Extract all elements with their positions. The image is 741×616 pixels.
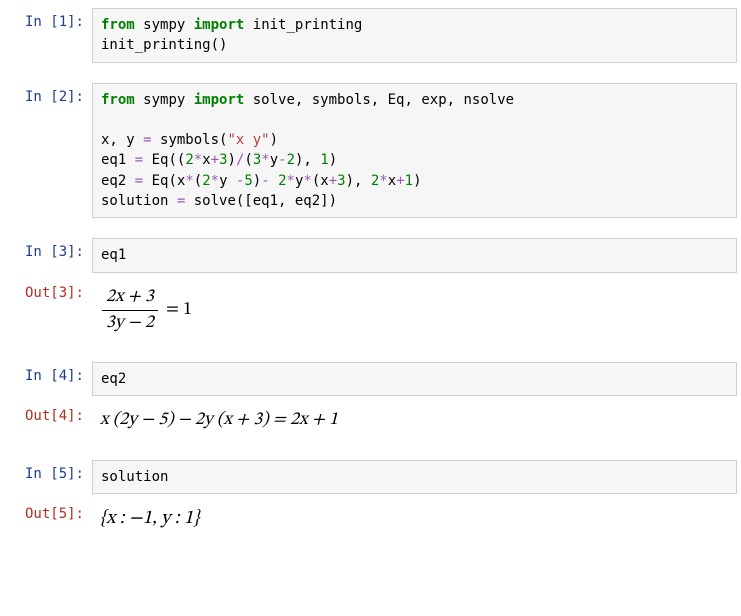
fraction: 2x + 3 3y − 2 xyxy=(102,285,158,336)
cell-4-output: Out[4]: x (2y − 5) − 2y (x + 3) = 2x + 1 xyxy=(4,402,737,439)
cell-5-input: In [5]: solution xyxy=(4,460,737,494)
input-prompt: In [3]: xyxy=(4,238,92,260)
code-input[interactable]: solution xyxy=(92,460,737,494)
output-prompt: Out[4]: xyxy=(4,402,92,424)
input-prompt: In [4]: xyxy=(4,362,92,384)
cell-2: In [2]: from sympy import solve, symbols… xyxy=(4,83,737,219)
equation-text: x (2y − 5) − 2y (x + 3) = 2x + 1 xyxy=(100,411,338,429)
code-input[interactable]: from sympy import solve, symbols, Eq, ex… xyxy=(92,83,737,219)
output-prompt: Out[3]: xyxy=(4,279,92,301)
denominator: 3y − 2 xyxy=(106,314,154,332)
cell-3-input: In [3]: eq1 xyxy=(4,238,737,272)
solution-text: {x : −1, y : 1} xyxy=(100,509,199,528)
cell-1: In [1]: from sympy import init_printing … xyxy=(4,8,737,63)
output-math: {x : −1, y : 1} xyxy=(92,500,737,539)
code-input[interactable]: from sympy import init_printing init_pri… xyxy=(92,8,737,63)
output-math: 2x + 3 3y − 2 = 1 xyxy=(92,279,737,342)
cell-3-output: Out[3]: 2x + 3 3y − 2 = 1 xyxy=(4,279,737,342)
cell-5-output: Out[5]: {x : −1, y : 1} xyxy=(4,500,737,539)
input-prompt: In [5]: xyxy=(4,460,92,482)
input-prompt: In [1]: xyxy=(4,8,92,30)
output-math: x (2y − 5) − 2y (x + 3) = 2x + 1 xyxy=(92,402,737,439)
code-input[interactable]: eq2 xyxy=(92,362,737,396)
numerator: 2x + 3 xyxy=(106,288,154,306)
code-input[interactable]: eq1 xyxy=(92,238,737,272)
equals-rhs: = 1 xyxy=(160,298,192,323)
input-prompt: In [2]: xyxy=(4,83,92,105)
output-prompt: Out[5]: xyxy=(4,500,92,522)
cell-4-input: In [4]: eq2 xyxy=(4,362,737,396)
